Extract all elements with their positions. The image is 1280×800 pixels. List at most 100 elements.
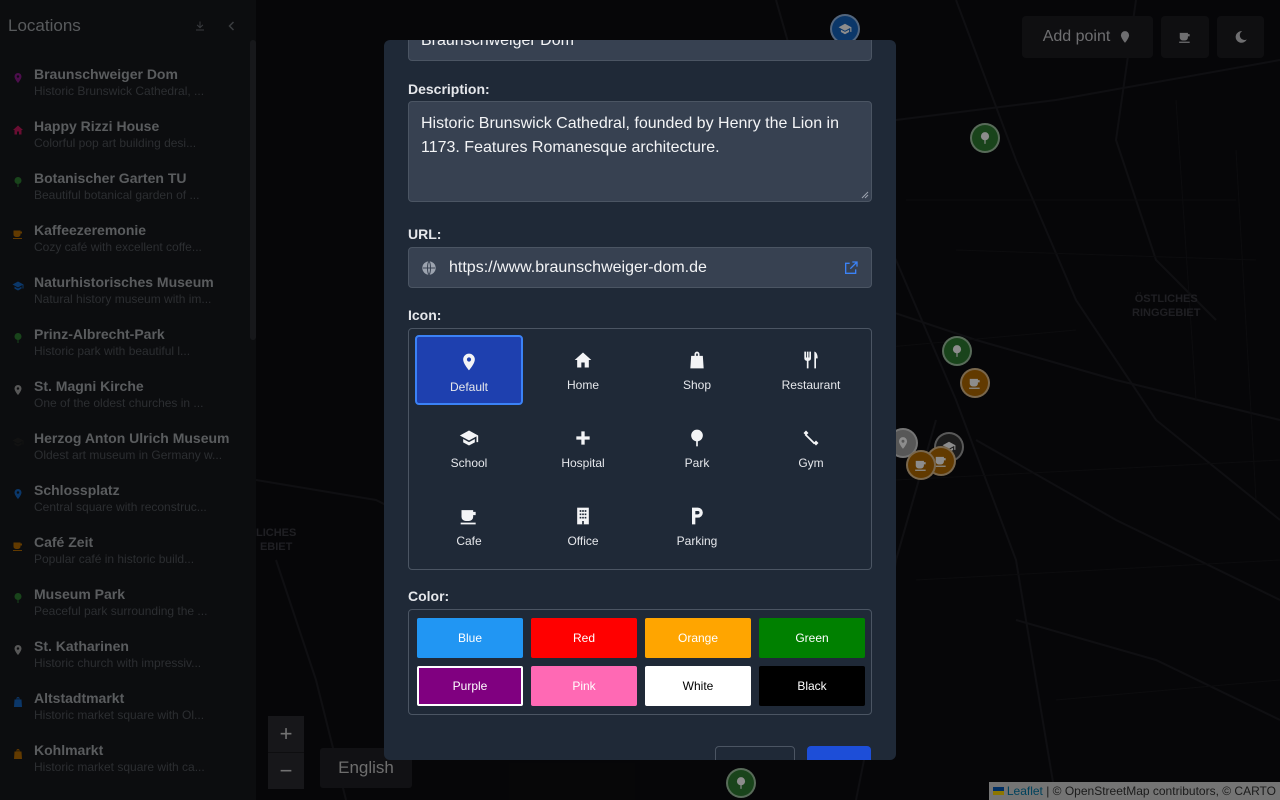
location-list-item[interactable]: Prinz-Albrecht-Park Historic park with be…: [0, 312, 256, 364]
icon-option-gym[interactable]: Gym: [757, 413, 865, 483]
icon-option-label: Park: [684, 456, 710, 470]
gym-icon: [802, 429, 820, 447]
location-name: Kaffeezeremonie: [34, 222, 147, 238]
download-button[interactable]: [184, 20, 216, 32]
location-description: Historic Brunswick Cathedral, ...: [34, 84, 205, 98]
icon-option-office[interactable]: Office: [529, 491, 637, 561]
location-list-item[interactable]: Braunschweiger Dom Historic Brunswick Cat…: [0, 52, 256, 104]
icon-option-restaurant[interactable]: Restaurant: [757, 335, 865, 405]
add-point-label: Add point: [1042, 28, 1111, 45]
sidebar: Locations Braunschweiger Dom Historic Bru…: [0, 0, 256, 800]
icon-option-hospital[interactable]: Hospital: [529, 413, 637, 483]
name-input[interactable]: Braunschweiger Dom: [408, 40, 872, 61]
url-label: URL:: [408, 226, 442, 242]
name-input-value: Braunschweiger Dom: [421, 40, 574, 49]
description-value: Historic Brunswick Cathedral, founded by…: [421, 115, 839, 156]
location-list-item[interactable]: St. Magni Kirche One of the oldest church…: [0, 364, 256, 416]
location-list-item[interactable]: Kaffeezeremonie Cozy café with excellent …: [0, 208, 256, 260]
tree-icon: [736, 777, 746, 789]
location-name: Happy Rizzi House: [34, 118, 160, 134]
map-marker-park[interactable]: [726, 768, 756, 798]
url-input[interactable]: https://www.braunschweiger-dom.de: [408, 247, 872, 288]
icon-option-label: Shop: [682, 378, 712, 392]
office-icon: [577, 507, 589, 525]
icon-option-parking[interactable]: Parking: [643, 491, 751, 561]
color-option-pink[interactable]: Pink: [531, 666, 637, 706]
color-option-blue[interactable]: Blue: [417, 618, 523, 658]
color-option-green[interactable]: Green: [759, 618, 865, 658]
location-list-item[interactable]: Schlossplatz Central square with reconstr…: [0, 468, 256, 520]
icon-option-park[interactable]: Park: [643, 413, 751, 483]
cafe-icon: [12, 520, 34, 552]
location-list-item[interactable]: Altstadtmarkt Historic market square with…: [0, 676, 256, 728]
tree-icon: [12, 156, 34, 188]
location-name: Schlossplatz: [34, 482, 120, 498]
location-list-item[interactable]: Kohlmarkt Historic market square with ca.…: [0, 728, 256, 780]
download-icon: [196, 21, 204, 31]
collapse-sidebar-button[interactable]: [216, 20, 248, 32]
map-marker-cafe[interactable]: [906, 450, 936, 480]
cafe-filter-button[interactable]: [1161, 16, 1209, 58]
icon-option-default[interactable]: Default: [415, 335, 523, 405]
moon-icon: [1235, 31, 1247, 43]
icon-option-label: Default: [449, 380, 489, 394]
add-point-button[interactable]: Add point: [1022, 16, 1153, 58]
location-list-item[interactable]: Museum Park Peaceful park surrounding the…: [0, 572, 256, 624]
cancel-button[interactable]: [715, 746, 795, 760]
icon-option-label: Home: [566, 378, 599, 392]
location-name: Kohlmarkt: [34, 742, 104, 758]
sidebar-title: Locations: [8, 16, 81, 35]
map-marker-park[interactable]: [942, 336, 972, 366]
zoom-out-button[interactable]: −: [268, 753, 304, 789]
location-list-item[interactable]: Café Zeit Popular café in historic build.…: [0, 520, 256, 572]
zoom-in-button[interactable]: +: [268, 716, 304, 753]
color-option-orange[interactable]: Orange: [645, 618, 751, 658]
location-list-item[interactable]: Botanischer Garten TU Beautiful botanical…: [0, 156, 256, 208]
sidebar-scrollbar[interactable]: [250, 40, 256, 340]
theme-toggle-button[interactable]: [1217, 16, 1264, 58]
color-picker: Blue Red Orange Green Purple Pink White Black: [408, 609, 872, 715]
pin-icon: [12, 52, 34, 84]
tree-icon: [12, 312, 34, 344]
icon-option-label: Gym: [798, 456, 824, 470]
icon-option-home[interactable]: Home: [529, 335, 637, 405]
location-description: Peaceful park surrounding the ...: [34, 604, 208, 618]
home-icon: [574, 352, 592, 368]
external-link-icon[interactable]: [843, 260, 859, 276]
icon-option-label: Hospital: [561, 456, 605, 470]
color-option-red[interactable]: Red: [531, 618, 637, 658]
pin-icon: [12, 624, 34, 656]
location-name: Naturhistorisches Museum: [34, 274, 214, 290]
icon-option-school[interactable]: School: [415, 413, 523, 483]
school-icon: [12, 416, 34, 448]
cafe-icon: [915, 460, 926, 471]
leaflet-link[interactable]: Leaflet: [1007, 784, 1043, 798]
map-area-label: LICHES EBIET: [256, 527, 297, 553]
save-button[interactable]: [807, 746, 871, 760]
icon-option-label: Office: [567, 534, 599, 548]
location-name: Museum Park: [34, 586, 126, 602]
url-value: https://www.braunschweiger-dom.de: [449, 259, 707, 276]
edit-location-modal: Braunschweiger Dom Description: Historic…: [384, 40, 896, 760]
cafe-icon: [935, 456, 946, 467]
color-option-purple[interactable]: Purple: [417, 666, 523, 706]
icon-option-cafe[interactable]: Cafe: [415, 491, 523, 561]
map-marker-cafe[interactable]: [960, 368, 990, 398]
color-label: Color:: [408, 588, 450, 604]
resize-handle-icon[interactable]: [861, 191, 869, 199]
map-marker-park[interactable]: [970, 123, 1000, 153]
location-list-item[interactable]: St. Katharinen Historic church with impre…: [0, 624, 256, 676]
tree-icon: [12, 572, 34, 604]
location-name: St. Magni Kirche: [34, 378, 144, 394]
location-list-item[interactable]: Herzog Anton Ulrich Museum Oldest art mus…: [0, 416, 256, 468]
school-icon: [12, 260, 34, 292]
location-list-item[interactable]: Happy Rizzi House Colorful pop art buildi…: [0, 104, 256, 156]
location-list-item[interactable]: Naturhistorisches Museum Natural history …: [0, 260, 256, 312]
location-description: Colorful pop art building desi...: [34, 136, 197, 150]
icon-option-shop[interactable]: Shop: [643, 335, 751, 405]
description-textarea[interactable]: Historic Brunswick Cathedral, founded by…: [408, 101, 872, 202]
location-description: Historic church with impressiv...: [34, 656, 202, 670]
color-option-white[interactable]: White: [645, 666, 751, 706]
cafe-icon: [12, 208, 34, 240]
color-option-black[interactable]: Black: [759, 666, 865, 706]
